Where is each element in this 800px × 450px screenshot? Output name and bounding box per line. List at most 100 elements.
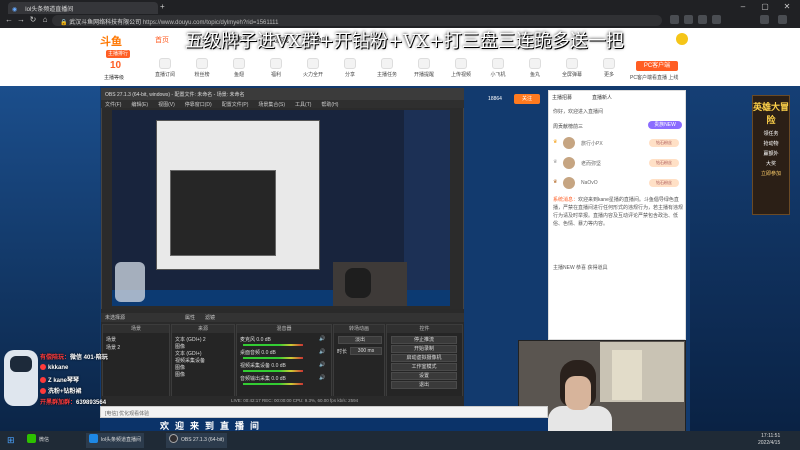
extension-icon[interactable] — [712, 15, 721, 24]
category-icon — [159, 58, 171, 69]
obs-menu-help[interactable]: 帮助(H) — [321, 102, 338, 108]
source-item[interactable]: 视频采集设备 — [175, 357, 205, 364]
refresh-button[interactable]: ↻ — [28, 15, 38, 25]
home-icon[interactable]: ⌂ — [40, 15, 50, 25]
filters-button[interactable]: 滤镜 — [205, 315, 215, 321]
category-item[interactable]: 更多 — [594, 58, 624, 78]
transitions-title: 转场动画 — [334, 325, 384, 333]
mixer-channel-label: 视频采集设备 0.0 dB — [240, 363, 286, 369]
source-item[interactable]: 图像 — [175, 364, 185, 371]
category-item[interactable]: 开播提醒 — [409, 58, 439, 78]
category-item[interactable]: 小飞机 — [483, 58, 513, 78]
browser-tab[interactable]: ◉ lol头条频道直播间 — [8, 2, 158, 14]
properties-button[interactable]: 属性 — [185, 315, 195, 321]
minimize-button[interactable]: – — [732, 2, 754, 12]
start-button[interactable]: ⊞ — [4, 433, 18, 448]
extension-icon[interactable] — [670, 15, 679, 24]
virtual-camera-button[interactable]: 启动虚拟摄像机 — [391, 354, 457, 362]
forward-button[interactable]: → — [16, 15, 26, 25]
scene-item[interactable]: 场景 2 — [106, 344, 120, 351]
obs-menu-view[interactable]: 视图(V) — [158, 102, 175, 108]
overlay-line: kkkane — [40, 364, 68, 371]
exit-button[interactable]: 退出 — [391, 381, 457, 389]
category-item[interactable]: 上传视频 — [446, 58, 476, 78]
category-item[interactable]: 福利 — [261, 58, 291, 78]
noble-button[interactable]: 贵族NEW — [648, 121, 682, 129]
category-item[interactable]: 分享 — [335, 58, 365, 78]
obs-menu-file[interactable]: 文件(F) — [105, 102, 121, 108]
close-window-button[interactable]: ✕ — [776, 2, 798, 12]
mixer-title: 混音器 — [237, 325, 331, 333]
douyu-logo[interactable]: 斗鱼 — [100, 33, 138, 48]
category-item[interactable]: 主播任务 — [372, 58, 402, 78]
new-tab-button[interactable]: + — [160, 2, 165, 11]
transition-select[interactable]: 淡出 — [338, 336, 382, 344]
rank-row[interactable]: ♛ NaOvO 钻石粉丝 — [553, 176, 683, 192]
taskbar-clock[interactable]: 17:11:51 2022/4/15 — [758, 433, 780, 447]
speaker-icon[interactable]: 🔊 — [319, 336, 325, 342]
back-button[interactable]: ← — [4, 15, 14, 25]
stop-streaming-button[interactable]: 停止推流 — [391, 336, 457, 344]
extension-icon[interactable] — [698, 15, 707, 24]
taskbar-item-wechat[interactable]: 微信 — [24, 433, 52, 448]
category-item[interactable]: 鱼翅 — [224, 58, 254, 78]
duration-input[interactable]: 300 ms — [350, 347, 382, 355]
category-item[interactable]: 鱼丸 — [520, 58, 550, 78]
tab-new-anchor[interactable]: 直播新人 — [592, 95, 612, 101]
obs-menu-scene-collection[interactable]: 场景集合(S) — [258, 102, 285, 108]
category-icon — [307, 58, 319, 69]
promo-banner[interactable]: 英雄大冒险 领任务 抢动物 赢额外 大奖 立即参加 — [752, 95, 790, 215]
extension-icon[interactable] — [684, 15, 693, 24]
transitions-dock: 转场动画 淡出 时长 300 ms — [333, 324, 385, 406]
obs-menu-profile[interactable]: 配置文件(P) — [222, 102, 249, 108]
lock-icon: 🔒 — [60, 20, 70, 26]
maximize-button[interactable]: ▢ — [754, 2, 776, 12]
nav-item-home[interactable]: 首页 — [155, 37, 169, 44]
taskbar-item-browser[interactable]: lol头条频道直播间 — [86, 433, 145, 448]
fan-medal: 钻石粉丝 — [649, 179, 679, 187]
rank-row[interactable]: ♛ 老而弥坚 钻石粉丝 — [553, 156, 683, 172]
category-item[interactable]: 火力全开 — [298, 58, 328, 78]
source-item[interactable]: 文本 (GDI+) 2 — [175, 336, 206, 343]
rank-name: 旅行小PX — [581, 141, 603, 147]
rank-row[interactable]: ♛ 旅行小PX 钻石粉丝 — [553, 136, 683, 152]
profile-icon[interactable] — [760, 15, 769, 24]
source-item[interactable]: 文本 (GDI+) — [175, 350, 202, 357]
user-avatar[interactable] — [676, 33, 688, 45]
obs-menu-docks[interactable]: 停靠窗口(D) — [185, 102, 212, 108]
category-label: 小飞机 — [490, 72, 506, 78]
clock-date: 2022/4/15 — [758, 440, 781, 446]
settings-button[interactable]: 设置 — [391, 372, 457, 380]
menu-icon[interactable] — [778, 15, 787, 24]
controls-dock: 控件 停止推流 开始录制 启动虚拟摄像机 工作室模式 设置 退出 — [386, 324, 463, 406]
category-item[interactable]: 全屏弹幕 — [557, 58, 587, 78]
start-recording-button[interactable]: 开始录制 — [391, 345, 457, 353]
category-item[interactable]: 直播订阅 — [150, 58, 180, 78]
source-item[interactable]: 图像 — [175, 343, 185, 350]
crown-icon: ♛ — [553, 159, 558, 165]
anchor-rank-button[interactable]: 主播排行 — [106, 50, 130, 58]
speaker-icon[interactable]: 🔊 — [319, 349, 325, 355]
address-bar[interactable]: 🔒 武汉斗鱼网络科技有限公司 https://www.douyu.com/top… — [52, 15, 662, 26]
follow-button[interactable]: 关注 — [514, 94, 540, 104]
wechat-icon — [40, 388, 46, 394]
duration-label: 时长 — [337, 349, 348, 355]
taskbar-item-obs[interactable]: OBS 27.1.3 (64-bit) — [166, 433, 228, 448]
obs-menu-edit[interactable]: 编辑(E) — [131, 102, 148, 108]
tab-anchor-recruit[interactable]: 主播招募 — [552, 95, 572, 101]
category-icon — [418, 58, 430, 69]
player-toolbar[interactable]: [电信] 优化观看体验 — [100, 406, 548, 418]
scene-item[interactable]: 场景 — [106, 336, 116, 343]
category-label: 鱼翅 — [233, 72, 244, 78]
pc-client-button[interactable]: PC客户端 — [636, 61, 678, 71]
speaker-icon[interactable]: 🔊 — [319, 375, 325, 381]
category-item[interactable]: 粉丝榜 — [187, 58, 217, 78]
promo-cta[interactable]: 立即参加 — [753, 170, 789, 177]
browser-icon — [89, 434, 98, 443]
source-item[interactable]: 图像 — [175, 371, 185, 378]
speaker-icon[interactable]: 🔊 — [319, 362, 325, 368]
obs-menu-tools[interactable]: 工具(T) — [295, 102, 311, 108]
audio-meter — [243, 370, 303, 372]
studio-mode-button[interactable]: 工作室模式 — [391, 363, 457, 371]
mixer-channel-label: 音频输出采集 0.0 dB — [240, 376, 286, 382]
